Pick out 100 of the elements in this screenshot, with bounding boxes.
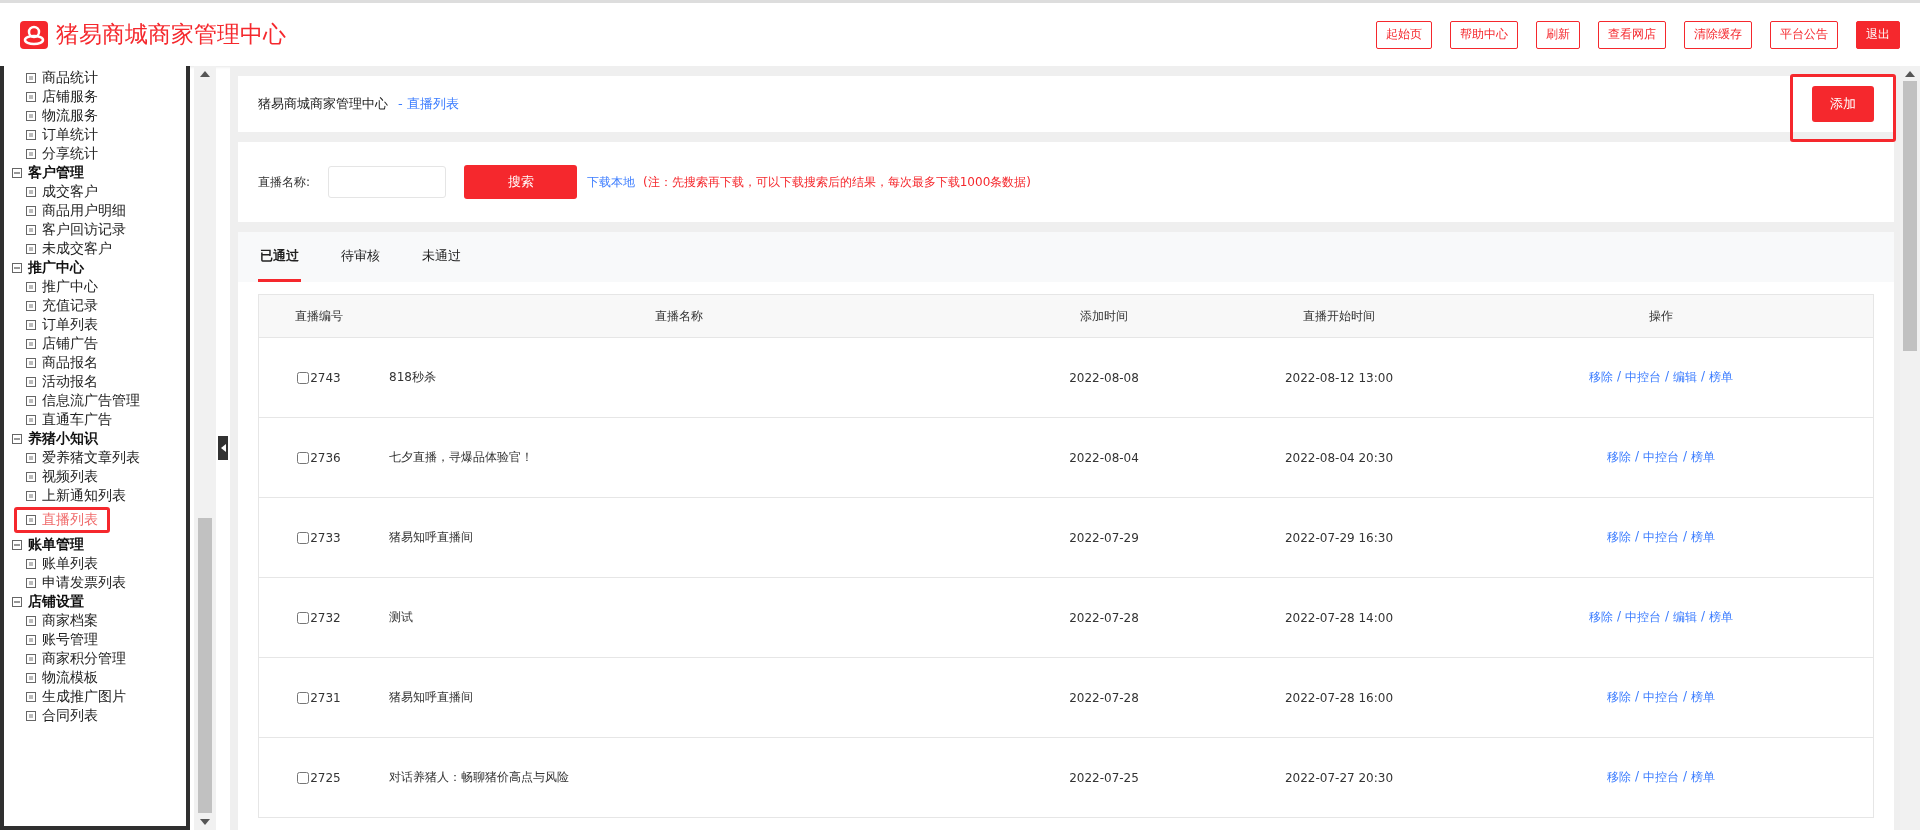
menu-item-icon[interactable] [26,672,36,683]
menu-item-icon[interactable] [26,148,36,159]
action-link[interactable]: 移除 [1588,609,1613,626]
action-link[interactable]: 中控台 [1643,769,1679,786]
action-link[interactable]: 移除 [1606,529,1631,546]
action-link[interactable]: 移除 [1606,689,1631,706]
row-checkbox[interactable] [297,371,310,384]
input-field[interactable] [328,166,447,198]
scrollbar-thumb[interactable] [1903,81,1917,351]
breadcrumb-link[interactable]: - 直播列表 [398,95,459,113]
action-link[interactable]: 中控台 [1643,449,1679,466]
menu-item-icon[interactable] [26,91,36,102]
menu-item[interactable]: 爱养猪文章列表 [42,448,140,467]
collapse-icon[interactable] [12,167,22,178]
menu-item[interactable]: 店铺服务 [42,87,98,106]
menu-item[interactable]: 商品报名 [42,353,98,372]
action-link[interactable]: 中控台 [1624,609,1661,626]
action-link[interactable]: 榜单 [1691,449,1716,466]
search-button[interactable]: 搜索 [464,165,578,199]
menu-item-icon[interactable] [26,319,36,330]
menu-item-icon[interactable] [26,634,36,645]
menu-item-icon[interactable] [26,110,36,121]
action-link[interactable]: 中控台 [1624,369,1661,386]
row-checkbox[interactable] [297,771,310,784]
action-link[interactable]: 中控台 [1643,689,1679,706]
menu-item-icon[interactable] [26,186,36,197]
menu-group-title[interactable]: 推广中心 [28,258,84,277]
menu-item[interactable]: 合同列表 [42,706,98,725]
menu-item-icon[interactable] [26,357,36,368]
header-button[interactable]: 退出 [1856,20,1900,49]
header-button[interactable]: 平台公告 [1770,20,1838,49]
menu-group-title[interactable]: 客户管理 [28,163,84,182]
action-link[interactable]: 榜单 [1709,609,1734,626]
menu-item[interactable]: 店铺广告 [42,334,98,353]
scrollbar-thumb[interactable] [198,518,212,813]
menu-item[interactable]: 未成交客户 [42,239,112,258]
collapse-icon[interactable] [12,433,22,444]
menu-item[interactable]: 成交客户 [42,182,98,201]
menu-item[interactable]: 客户回访记录 [42,220,126,239]
menu-item-icon[interactable] [26,710,36,721]
header-button[interactable]: 刷新 [1536,20,1580,49]
menu-item-icon[interactable] [26,452,36,463]
add-button[interactable]: 添加 [1812,86,1874,122]
collapse-icon[interactable] [12,262,22,273]
menu-item[interactable]: 申请发票列表 [42,573,126,592]
menu-item[interactable]: 充值记录 [42,296,98,315]
menu-item[interactable]: 订单统计 [42,125,98,144]
action-link[interactable]: 移除 [1588,369,1613,386]
menu-item[interactable]: 物流服务 [42,106,98,125]
scroll-down-icon[interactable] [200,819,210,826]
download-link[interactable]: 下载本地 [587,173,636,191]
menu-group-title[interactable]: 养猪小知识 [28,429,98,448]
menu-item-icon[interactable] [26,300,36,311]
menu-item[interactable]: 商家档案 [42,611,98,630]
menu-item[interactable]: 订单列表 [42,315,98,334]
row-checkbox[interactable] [297,451,310,464]
menu-item-icon[interactable] [26,395,36,406]
menu-item-icon[interactable] [26,691,36,702]
row-checkbox[interactable] [297,611,310,624]
menu-item-icon[interactable] [26,376,36,387]
scroll-up-icon[interactable] [200,70,210,77]
menu-item-icon[interactable] [26,281,36,292]
row-checkbox[interactable] [297,691,310,704]
action-link[interactable]: 编辑 [1673,369,1697,386]
menu-item-icon[interactable] [26,471,36,482]
menu-item-icon[interactable] [26,72,36,83]
menu-item[interactable]: 活动报名 [42,372,98,391]
menu-item-icon[interactable] [26,490,36,501]
menu-group-title[interactable]: 账单管理 [28,535,84,554]
menu-item[interactable]: 分享统计 [42,144,98,163]
menu-item-icon[interactable] [26,515,36,525]
tab[interactable]: 待审核 [339,232,382,282]
menu-item-icon[interactable] [26,577,36,588]
header-button[interactable]: 帮助中心 [1450,20,1518,49]
menu-item-icon[interactable] [26,205,36,216]
menu-item[interactable]: 物流模板 [42,668,98,687]
menu-item-icon[interactable] [26,129,36,140]
menu-item-icon[interactable] [26,338,36,349]
menu-item-icon[interactable] [26,615,36,626]
collapse-handle[interactable] [218,436,228,460]
action-link[interactable]: 移除 [1606,449,1631,466]
menu-group-title[interactable]: 店铺设置 [28,592,84,611]
action-link[interactable]: 榜单 [1691,689,1716,706]
action-link[interactable]: 编辑 [1673,609,1697,626]
header-button[interactable]: 清除缓存 [1684,20,1752,49]
action-link[interactable]: 榜单 [1709,369,1734,386]
menu-item[interactable]: 商品用户明细 [42,201,126,220]
menu-item[interactable]: 生成推广图片 [42,687,126,706]
tab[interactable]: 未通过 [420,232,463,282]
header-button[interactable]: 查看网店 [1598,20,1666,49]
header-button[interactable]: 起始页 [1376,20,1432,49]
action-link[interactable]: 榜单 [1691,769,1716,786]
menu-item[interactable]: 上新通知列表 [42,486,126,505]
menu-item[interactable]: 直通车广告 [42,410,112,429]
action-link[interactable]: 中控台 [1643,529,1679,546]
action-link[interactable]: 榜单 [1691,529,1716,546]
collapse-icon[interactable] [12,596,22,607]
scroll-up-icon[interactable] [1905,70,1915,77]
menu-item-icon[interactable] [26,653,36,664]
row-checkbox[interactable] [297,531,310,544]
